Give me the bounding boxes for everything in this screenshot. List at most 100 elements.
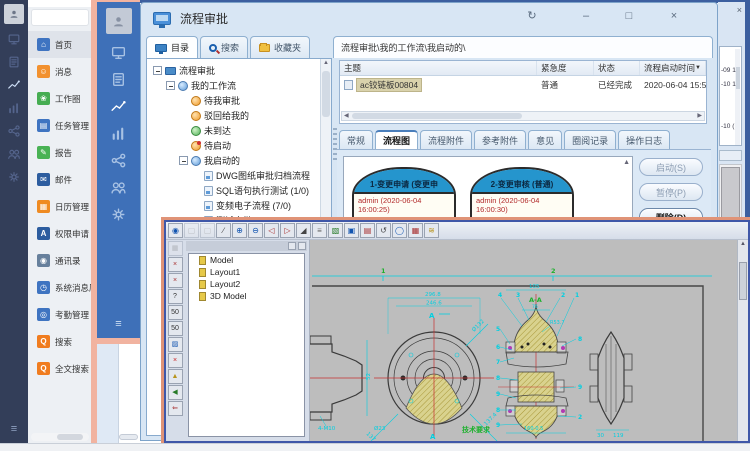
layout-item-3D Model[interactable]: 3D Model [189,290,304,302]
cad-toolbar-button[interactable]: ◉ [168,223,183,238]
tree-item-DWG图纸审批归档流程[interactable]: DWG图纸审批归档流程 [149,168,319,183]
tree-item-变频电子流程 (7/0)[interactable]: 变频电子流程 (7/0) [149,198,319,213]
bars-icon[interactable] [110,124,128,142]
notebook-icon[interactable] [6,54,22,70]
gear-icon[interactable] [6,169,22,185]
menu-toggle-icon[interactable]: ≡ [11,424,17,435]
column-header-主题[interactable]: 主题 [340,61,537,75]
cad-toolbar-button[interactable]: ▦ [408,223,423,238]
cad-drawing-canvas[interactable]: 1 2 52 4-M10 [310,240,737,441]
close-icon[interactable]: × [737,5,742,15]
refresh-icon[interactable]: ↻ [523,8,541,24]
tree-item-待启动[interactable]: 待启动 [149,138,319,153]
tree-item-流程审批[interactable]: 流程审批 [149,63,319,78]
tab-操作日志[interactable]: 操作日志 [618,130,670,149]
action-button-暂停(P)[interactable]: 暂停(P) [639,183,703,201]
cad-toolbar-button[interactable]: ▤ [360,223,375,238]
cad-toolbar-button[interactable]: ◢ [296,223,311,238]
tab-常规[interactable]: 常规 [339,130,373,149]
menu-item-任务管理[interactable]: ▤任务管理 [28,112,93,139]
menu-item-消息[interactable]: ☺消息 [28,58,93,85]
layout-item-Layout1[interactable]: Layout1 [189,266,304,278]
menu-item-考勤管理[interactable]: ◎考勤管理 [28,301,93,328]
gear-icon[interactable] [110,205,128,223]
column-header-紧急度[interactable]: 紧急度 [537,61,594,75]
cad-side-button[interactable]: × [168,273,183,288]
sort-icon[interactable]: ▼ [695,65,701,71]
tab-意见[interactable]: 意见 [528,130,562,149]
cad-toolbar-button[interactable]: ▷ [280,223,295,238]
breadcrumb-tab[interactable]: 流程审批\我的工作流\我启动的\ [333,36,713,58]
menu-horizontal-scrollbar[interactable] [31,433,89,441]
share-icon[interactable] [6,123,22,139]
fragment-scrollbar[interactable] [119,434,138,440]
bars-icon[interactable] [6,100,22,116]
cad-toolbar-button[interactable]: ◯ [392,223,407,238]
cad-toolbar-button[interactable]: ≡ [312,223,327,238]
menu-item-通讯录[interactable]: ◉通讯录 [28,247,93,274]
notebook-icon[interactable] [110,70,128,88]
maximize-button[interactable]: □ [620,8,638,24]
tab-目录[interactable]: 目录 [146,36,198,58]
tab-搜索[interactable]: 搜索 [200,36,248,58]
cad-side-button[interactable]: 50 [168,305,183,320]
scroll-up-icon[interactable]: ▲ [623,159,630,166]
cad-toolbar-button[interactable]: ◁ [264,223,279,238]
cad-toolbar-button[interactable]: ⊕ [232,223,247,238]
cad-side-button[interactable]: × [168,257,183,272]
table-row[interactable]: ac铰链板00804 普通 已经完成 2020-06-04 15:5 [340,76,706,93]
cad-toolbar-button[interactable]: ▢ [200,223,215,238]
cad-toolbar-button[interactable]: ▧ [328,223,343,238]
tree-item-待我审批[interactable]: 待我审批 [149,93,319,108]
menu-item-全文搜索[interactable]: Q全文搜索 [28,355,93,382]
users-icon[interactable] [6,146,22,162]
cad-toolbar-button[interactable]: ⊖ [248,223,263,238]
layout-item-Model[interactable]: Model [189,254,304,266]
tab-流程附件[interactable]: 流程附件 [420,130,472,149]
layout-item-Layout2[interactable]: Layout2 [189,278,304,290]
cad-toolbar-button[interactable]: ∕ [216,223,231,238]
share-icon[interactable] [110,151,128,169]
cad-side-button[interactable]: ◀ [168,385,183,400]
tab-圈阅记录[interactable]: 圈阅记录 [564,130,616,149]
collapse-icon[interactable] [153,66,162,75]
tree-item-驳回给我的[interactable]: 驳回给我的 [149,108,319,123]
menu-toggle-icon[interactable]: ≡ [115,319,121,330]
cad-toolbar-button[interactable]: ▣ [344,223,359,238]
menu-item-邮件[interactable]: ✉邮件 [28,166,93,193]
background-scrollbar[interactable] [719,164,742,222]
cad-side-button[interactable]: 50 [168,321,183,336]
minimize-button[interactable]: – [577,8,595,24]
monitor-icon[interactable] [110,43,128,61]
tree-item-SQL语句执行测试 (1/0)[interactable]: SQL语句执行测试 (1/0) [149,183,319,198]
menu-item-日历管理[interactable]: ▦日历管理 [28,193,93,220]
menu-search-input[interactable] [31,9,89,26]
background-list-scrollbar[interactable] [735,49,740,145]
cad-toolbar-button[interactable]: ↺ [376,223,391,238]
tab-流程图[interactable]: 流程图 [375,130,418,149]
cad-side-button[interactable]: ▨ [168,337,183,352]
action-button-启动(S)[interactable]: 启动(S) [639,158,703,176]
menu-item-首页[interactable]: ⌂首页 [28,31,93,58]
cad-side-button[interactable]: ▲ [168,369,183,384]
trend-icon[interactable] [6,77,22,93]
monitor-icon[interactable] [6,31,22,47]
cad-toolbar-button[interactable]: ▢ [184,223,199,238]
tree-item-我启动的[interactable]: 我启动的 [149,153,319,168]
menu-item-权限申请[interactable]: A权限申请 [28,220,93,247]
column-header-状态[interactable]: 状态 [594,61,640,75]
tab-收藏夹[interactable]: 收藏夹 [250,36,310,58]
cad-side-button[interactable]: × [168,353,183,368]
cad-side-button[interactable]: ▦ [168,241,183,256]
cad-side-button[interactable]: ⇐ [168,401,183,416]
avatar[interactable] [106,8,132,34]
menu-item-系统消息历史[interactable]: ◷系统消息历史 [28,274,93,301]
menu-item-报告[interactable]: ✎报告 [28,139,93,166]
tree-item-未到达[interactable]: 未到达 [149,123,319,138]
close-button[interactable]: × [665,8,683,24]
collapse-icon[interactable] [166,81,175,90]
tab-参考附件[interactable]: 参考附件 [474,130,526,149]
trend-icon[interactable] [110,97,128,115]
table-horizontal-scrollbar[interactable]: ◀▶ [341,111,705,121]
menu-item-工作圈[interactable]: ❀工作圈 [28,85,93,112]
